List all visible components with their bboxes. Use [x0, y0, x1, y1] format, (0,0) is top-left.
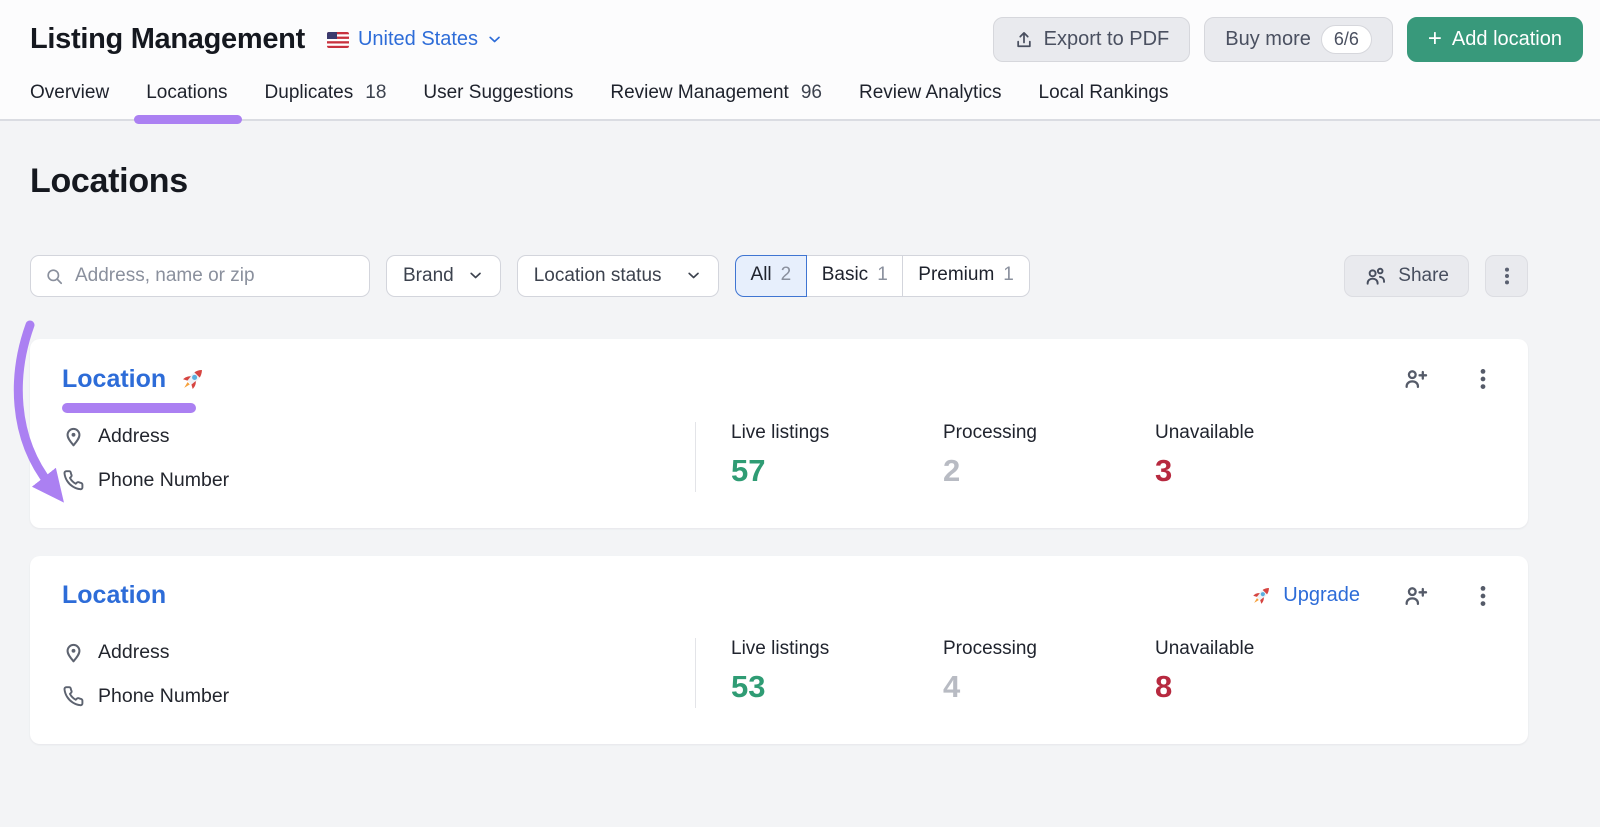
- tab-count: 18: [365, 82, 386, 104]
- rocket-icon: [1249, 583, 1274, 608]
- search-box: [30, 255, 370, 297]
- stat-value: 8: [1155, 669, 1367, 705]
- stat-live-listings: Live listings 53: [731, 638, 943, 708]
- tab-review-management[interactable]: Review Management 96: [610, 76, 822, 119]
- location-status-dropdown[interactable]: Location status: [517, 255, 719, 297]
- phone-icon: [62, 469, 85, 492]
- tab-locations[interactable]: Locations: [146, 76, 227, 119]
- people-icon: [1364, 265, 1387, 288]
- stat-unavailable: Unavailable 8: [1155, 638, 1367, 708]
- quota-badge: 6/6: [1321, 25, 1372, 54]
- brand-filter-dropdown[interactable]: Brand: [386, 255, 501, 297]
- add-user-button[interactable]: [1402, 366, 1428, 392]
- page-title: Listing Management: [30, 23, 305, 56]
- upgrade-link[interactable]: Upgrade: [1249, 583, 1360, 608]
- address-row: Address: [62, 425, 695, 448]
- export-pdf-button[interactable]: Export to PDF: [993, 17, 1191, 62]
- stat-unavailable: Unavailable 3: [1155, 422, 1367, 492]
- location-link[interactable]: Location: [62, 365, 166, 394]
- stat-value: 57: [731, 453, 943, 489]
- upload-icon: [1014, 30, 1034, 50]
- person-add-icon: [1402, 583, 1428, 609]
- tab-overview[interactable]: Overview: [30, 76, 109, 119]
- stat-processing: Processing 2: [943, 422, 1155, 492]
- country-selector-label: United States: [358, 28, 478, 51]
- address-row: Address: [62, 641, 695, 664]
- add-user-button[interactable]: [1402, 583, 1428, 609]
- phone-row: Phone Number: [62, 469, 695, 492]
- stat-value: 3: [1155, 453, 1367, 489]
- tab-user-suggestions[interactable]: User Suggestions: [423, 76, 573, 119]
- toolbar-kebab-menu[interactable]: [1485, 255, 1528, 297]
- segment-all[interactable]: All 2: [735, 255, 808, 297]
- stat-value: 53: [731, 669, 943, 705]
- kebab-icon: [1470, 366, 1496, 392]
- add-location-label: Add location: [1452, 28, 1562, 51]
- card-kebab-menu[interactable]: [1470, 583, 1496, 609]
- plus-icon: +: [1428, 27, 1442, 51]
- section-heading: Locations: [30, 121, 1528, 201]
- us-flag-icon: [327, 32, 349, 48]
- filter-toolbar: Brand Location status All 2 Basic 1 Prem…: [30, 255, 1528, 297]
- add-location-button[interactable]: + Add location: [1407, 17, 1583, 62]
- buy-more-label: Buy more: [1225, 28, 1311, 51]
- chevron-down-icon: [468, 268, 484, 284]
- tab-duplicates[interactable]: Duplicates 18: [265, 76, 387, 119]
- search-icon: [45, 267, 64, 286]
- chevron-down-icon: [487, 32, 503, 48]
- main-content: Locations Brand Location status All 2: [0, 121, 1600, 744]
- annotation-underline: [62, 403, 196, 413]
- chevron-down-icon: [686, 268, 702, 284]
- kebab-icon: [1470, 583, 1496, 609]
- tab-bar: Overview Locations Duplicates 18 User Su…: [0, 76, 1600, 121]
- location-card-premium: Location Address Phone Number: [30, 339, 1528, 528]
- page-header: Listing Management United States Export …: [0, 0, 1600, 121]
- share-button[interactable]: Share: [1344, 255, 1469, 297]
- map-pin-icon: [62, 425, 85, 448]
- location-card-basic: Location Upgrade Address: [30, 556, 1528, 744]
- tab-review-analytics[interactable]: Review Analytics: [859, 76, 1002, 119]
- plan-segmented-control: All 2 Basic 1 Premium 1: [735, 255, 1030, 297]
- country-selector[interactable]: United States: [327, 28, 503, 51]
- card-kebab-menu[interactable]: [1470, 366, 1496, 392]
- export-pdf-label: Export to PDF: [1044, 28, 1170, 51]
- phone-row: Phone Number: [62, 685, 695, 708]
- tab-local-rankings[interactable]: Local Rankings: [1039, 76, 1169, 119]
- kebab-icon: [1496, 265, 1518, 287]
- segment-premium[interactable]: Premium 1: [902, 255, 1030, 297]
- rocket-icon: [178, 364, 208, 394]
- search-input[interactable]: [75, 265, 355, 287]
- map-pin-icon: [62, 641, 85, 664]
- stat-value: 4: [943, 669, 1155, 705]
- person-add-icon: [1402, 366, 1428, 392]
- location-link[interactable]: Location: [62, 581, 166, 610]
- buy-more-button[interactable]: Buy more 6/6: [1204, 17, 1393, 62]
- segment-basic[interactable]: Basic 1: [806, 255, 904, 297]
- stat-processing: Processing 4: [943, 638, 1155, 708]
- stat-live-listings: Live listings 57: [731, 422, 943, 492]
- tab-count: 96: [801, 82, 822, 104]
- phone-icon: [62, 685, 85, 708]
- stat-value: 2: [943, 453, 1155, 489]
